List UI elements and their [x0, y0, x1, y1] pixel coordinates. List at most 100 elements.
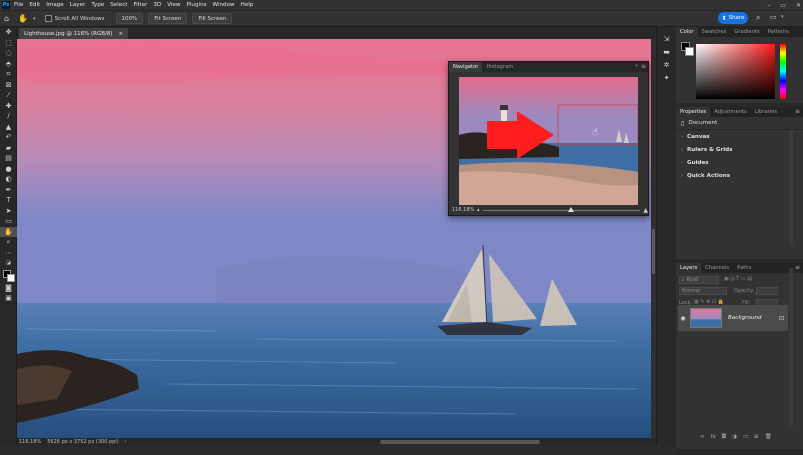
object-selection-tool-icon[interactable]: ⬘ — [0, 59, 17, 70]
foreground-background-swatches[interactable] — [0, 269, 17, 283]
tab-navigator[interactable]: Navigator — [449, 62, 483, 72]
navigator-zoom-slider[interactable] — [482, 206, 641, 212]
menu-type[interactable]: Type — [91, 2, 104, 8]
type-tool-icon[interactable]: T — [0, 195, 17, 206]
link-layers-icon[interactable]: ∞ — [700, 434, 705, 442]
screen-mode-icon[interactable]: ▣ — [0, 293, 17, 304]
navigator-preview[interactable]: ☝ — [459, 77, 638, 205]
default-colors-icon[interactable]: ◪ — [0, 258, 17, 269]
panel-menu-icon[interactable]: ≡ — [641, 63, 646, 70]
zoom-readout[interactable]: 116.18% — [19, 439, 41, 445]
tab-patterns[interactable]: Patterns — [764, 27, 793, 37]
share-button[interactable]: ⬆ Share — [718, 12, 748, 24]
tab-adjustments[interactable]: Adjustments — [710, 107, 751, 117]
brush-settings-icon[interactable]: ✲ — [662, 61, 672, 69]
search-icon[interactable]: ⌕ — [756, 13, 760, 23]
vertical-scroll-thumb[interactable] — [652, 229, 655, 274]
menu-view[interactable]: View — [167, 2, 180, 8]
color-field[interactable] — [696, 44, 775, 99]
section-guides[interactable]: › Guides — [676, 156, 803, 169]
comments-icon[interactable]: ▬ — [662, 48, 672, 56]
workspace-chevron-icon[interactable]: ▾ — [781, 14, 784, 20]
layer-style-icon[interactable]: fx — [711, 434, 716, 442]
move-tool-icon[interactable]: ✥ — [0, 27, 17, 38]
eyedropper-tool-icon[interactable]: ⁄ — [0, 90, 17, 101]
pen-tool-icon[interactable]: ✒ — [0, 185, 17, 196]
menu-file[interactable]: File — [14, 2, 23, 8]
menu-edit[interactable]: Edit — [29, 2, 40, 8]
zoom-tool-icon[interactable]: ⌕ — [0, 237, 17, 248]
tab-properties[interactable]: Properties — [676, 107, 711, 117]
menu-window[interactable]: Window — [213, 2, 235, 8]
rectangle-tool-icon[interactable]: ▭ — [0, 216, 17, 227]
edit-toolbar-icon[interactable]: ⋯ — [0, 248, 17, 259]
collapse-icon[interactable]: » — [635, 63, 638, 69]
menu-layer[interactable]: Layer — [70, 2, 86, 8]
tab-libraries[interactable]: Libraries — [751, 107, 781, 117]
scroll-all-windows-checkbox[interactable]: Scroll All Windows — [44, 15, 105, 22]
marquee-tool-icon[interactable]: ⬚ — [0, 38, 17, 49]
section-canvas[interactable]: › Canvas — [676, 130, 803, 143]
properties-menu-icon[interactable]: ≡ — [795, 108, 800, 115]
menu-plugins[interactable]: Plugins — [187, 2, 207, 8]
tab-channels[interactable]: Channels — [701, 263, 733, 273]
close-window-button[interactable]: ✕ — [796, 2, 801, 9]
menu-image[interactable]: Image — [46, 2, 64, 8]
menu-3d[interactable]: 3D — [153, 2, 161, 8]
navigator-zoom-value[interactable]: 116.18% — [452, 207, 474, 213]
history-brush-tool-icon[interactable]: ↶ — [0, 132, 17, 143]
blur-tool-icon[interactable]: ● — [0, 164, 17, 175]
tab-color[interactable]: Color — [676, 27, 698, 37]
properties-scrollbar[interactable] — [789, 130, 793, 245]
dodge-tool-icon[interactable]: ◐ — [0, 174, 17, 185]
layers-menu-icon[interactable]: ≡ — [795, 264, 800, 271]
home-icon[interactable]: ⌂ — [4, 14, 9, 23]
add-mask-icon[interactable]: ◘ — [722, 434, 726, 442]
quick-mask-icon[interactable]: ◙ — [0, 283, 17, 294]
status-chevron-icon[interactable]: › — [125, 439, 127, 445]
tab-swatches[interactable]: Swatches — [698, 27, 731, 37]
fill-screen-button[interactable]: Fill Screen — [192, 13, 233, 24]
healing-brush-tool-icon[interactable]: ✚ — [0, 101, 17, 112]
blend-mode-select[interactable]: Normal — [679, 287, 727, 295]
visibility-eye-icon[interactable]: ◉ — [678, 315, 688, 322]
tab-paths[interactable]: Paths — [733, 263, 755, 273]
menu-help[interactable]: Help — [241, 2, 254, 8]
maximize-button[interactable]: ▭ — [780, 2, 786, 9]
tab-gradients[interactable]: Gradients — [730, 27, 763, 37]
menu-filter[interactable]: Filter — [133, 2, 147, 8]
section-quick-actions[interactable]: › Quick Actions — [676, 169, 803, 182]
menu-select[interactable]: Select — [110, 2, 127, 8]
filter-pixel-icon[interactable]: ▣ ◎ T ▭ ▤ — [724, 276, 752, 282]
adjustment-layer-icon[interactable]: ◑ — [732, 434, 737, 442]
tab-layers[interactable]: Layers — [676, 263, 702, 273]
close-tab-icon[interactable]: × — [119, 31, 124, 37]
lasso-tool-icon[interactable]: ◌ — [0, 48, 17, 59]
zoom-100-button[interactable]: 100% — [115, 13, 144, 24]
delete-layer-icon[interactable]: 🗑 — [765, 434, 772, 442]
crop-tool-icon[interactable]: ⌗ — [0, 69, 17, 80]
layers-scrollbar[interactable] — [789, 268, 793, 428]
horizontal-scroll-thumb[interactable] — [380, 440, 540, 444]
section-rulers-grids[interactable]: › Rulers & Grids — [676, 143, 803, 156]
history-icon[interactable]: ⇲ — [662, 35, 672, 43]
character-icon[interactable]: ✦ — [662, 74, 672, 82]
minimize-button[interactable]: – — [767, 2, 770, 9]
path-selection-tool-icon[interactable]: ➤ — [0, 206, 17, 217]
zoom-slider-handle[interactable] — [567, 206, 574, 212]
brush-tool-icon[interactable]: ∕ — [0, 111, 17, 122]
gradient-tool-icon[interactable]: ▤ — [0, 153, 17, 164]
background-color-chip[interactable] — [685, 47, 694, 56]
frame-tool-icon[interactable]: ⊠ — [0, 80, 17, 91]
new-layer-icon[interactable]: ⊞ — [754, 434, 759, 442]
tab-histogram[interactable]: Histogram — [482, 62, 517, 72]
opacity-field[interactable] — [756, 287, 778, 295]
new-group-icon[interactable]: ▭ — [743, 434, 748, 442]
hue-slider[interactable] — [780, 44, 786, 99]
hand-tool-preset-icon[interactable]: ✋ — [18, 14, 28, 23]
layer-filter-kind[interactable]: ⌕ Kind — [679, 276, 719, 284]
clone-stamp-tool-icon[interactable]: ▲ — [0, 122, 17, 133]
layer-name[interactable]: Background — [728, 315, 762, 321]
workspace-icon[interactable]: ▭ — [770, 13, 777, 21]
zoom-in-icon[interactable]: ▲ — [643, 207, 648, 214]
